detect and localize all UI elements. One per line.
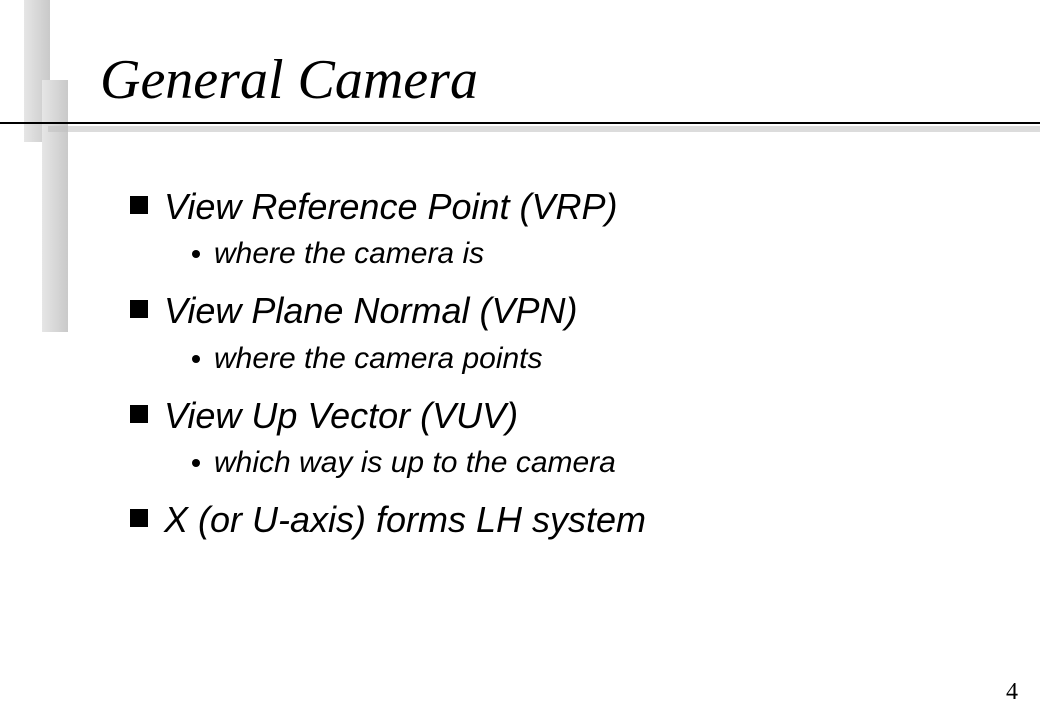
square-bullet-icon [130, 196, 148, 214]
page-number: 4 [1006, 679, 1018, 706]
square-bullet-icon [130, 300, 148, 318]
bullet-level2: where the camera points [192, 341, 950, 377]
bullet-text: X (or U-axis) forms LH system [164, 499, 646, 541]
bullet-level1: View Reference Point (VRP) [130, 186, 950, 228]
slide-title: General Camera [100, 48, 478, 112]
subbullet-text: where the camera is [214, 236, 484, 272]
decor-bar-inner [42, 80, 68, 332]
subbullet-text: which way is up to the camera [214, 445, 616, 481]
bullet-level1: View Plane Normal (VPN) [130, 290, 950, 332]
bullet-text: View Up Vector (VUV) [164, 395, 518, 437]
title-underline [0, 122, 1040, 132]
dot-bullet-icon [192, 250, 200, 258]
square-bullet-icon [130, 405, 148, 423]
bullet-level2: which way is up to the camera [192, 445, 950, 481]
dot-bullet-icon [192, 355, 200, 363]
square-bullet-icon [130, 509, 148, 527]
slide-body: View Reference Point (VRP) where the cam… [130, 168, 950, 548]
bullet-text: View Plane Normal (VPN) [164, 290, 577, 332]
bullet-level2: where the camera is [192, 236, 950, 272]
subbullet-text: where the camera points [214, 341, 543, 377]
bullet-level1: View Up Vector (VUV) [130, 395, 950, 437]
dot-bullet-icon [192, 459, 200, 467]
bullet-text: View Reference Point (VRP) [164, 186, 618, 228]
bullet-level1: X (or U-axis) forms LH system [130, 499, 950, 541]
